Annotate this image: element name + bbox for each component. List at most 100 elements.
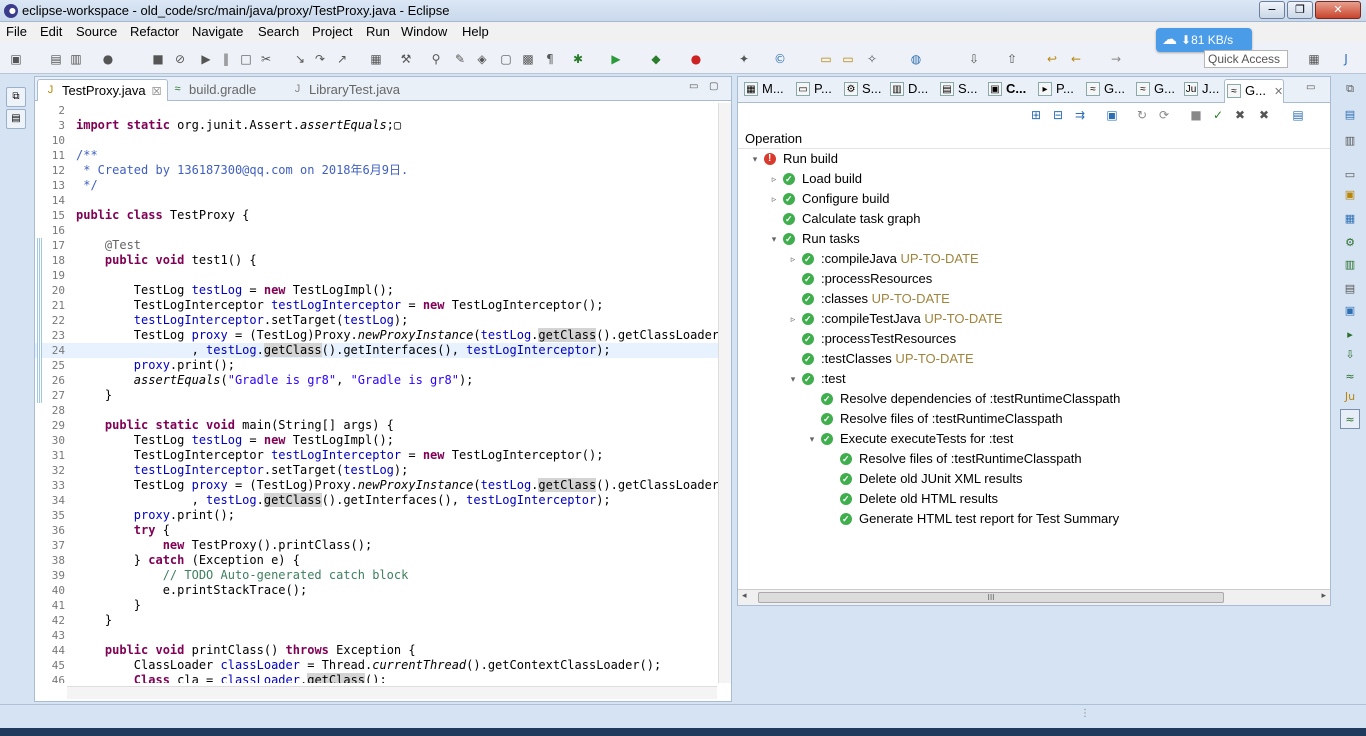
gradle-executions-icon[interactable]: ≈ [1340,409,1360,429]
tab-data-source[interactable]: ▥ D... [888,81,928,101]
menu-source[interactable]: Source [76,24,117,39]
tree-row[interactable]: Resolve files of :testRuntimeClasspath [738,409,1318,429]
scroll-right-icon[interactable]: ▸ [1321,591,1326,601]
minimize-view-icon[interactable]: ▭ [689,81,703,93]
open-type-icon[interactable]: ▦ [368,51,384,67]
skip-breakpoints-icon[interactable]: ⊘ [172,51,188,67]
tree-row[interactable]: Delete old HTML results [738,489,1318,509]
menu-refactor[interactable]: Refactor [130,24,179,39]
open-file-icon[interactable]: ▭ [840,51,856,67]
tab-snippets[interactable]: ▤ S... [938,81,978,101]
step-return-icon[interactable]: ↗ [334,51,350,67]
junit-icon[interactable]: Ju [1340,387,1360,407]
user-icon[interactable]: ● [100,51,116,67]
link-with-editor-icon[interactable]: ⇉ [1072,107,1088,123]
tree-row[interactable]: :processResources [738,269,1318,289]
minimize-view-icon[interactable]: ▭ [1340,165,1360,185]
perspective-icon[interactable]: ▦ [1306,51,1322,67]
tree-row[interactable]: :testClasses UP-TO-DATE [738,349,1318,369]
tree-row[interactable]: Delete old JUnit XML results [738,469,1318,489]
new-class-icon[interactable]: © [772,51,788,67]
tree-row[interactable]: Generate HTML test report for Test Summa… [738,509,1318,529]
next-annotation-icon[interactable]: ⇩ [966,51,982,67]
tree-row[interactable]: Resolve dependencies of :testRuntimeClas… [738,389,1318,409]
menu-search[interactable]: Search [258,24,299,39]
expand-toggle-icon[interactable]: ▹ [788,249,798,269]
tab-console[interactable]: ▣ C... [986,81,1026,101]
java-perspective-icon[interactable]: J [1338,51,1354,67]
tab-build-gradle[interactable]: ≈ build.gradle [165,79,262,101]
tree-row[interactable]: ▹ Configure build [738,189,1318,209]
tree-row[interactable]: Resolve files of :testRuntimeClasspath [738,449,1318,469]
tree-row[interactable]: ▾:test [738,369,1318,389]
task-list-icon[interactable]: ▥ [1340,131,1360,151]
collapse-toggle-icon[interactable]: ▾ [769,229,779,249]
servers-icon[interactable]: ⚙ [1340,233,1360,253]
menu-project[interactable]: Project [312,24,352,39]
globe-icon[interactable]: ◍ [908,51,924,67]
terminate-icon[interactable]: ■ [150,51,166,67]
back-icon[interactable]: ← [1068,51,1084,67]
data-source-icon[interactable]: ▥ [1340,255,1360,275]
step-into-icon[interactable]: ↘ [292,51,308,67]
pencil-icon[interactable]: ✎ [452,51,468,67]
tab-servers[interactable]: ⚙ S... [842,81,882,101]
progress-icon[interactable]: ▸ [1340,325,1360,345]
disconnect-icon[interactable]: ✂ [258,51,274,67]
close-tab-icon[interactable]: ✕ [1274,86,1283,98]
snippets-icon[interactable]: ▤ [1340,279,1360,299]
download-icon[interactable]: ⇩ [1340,345,1360,365]
properties-icon[interactable]: ▦ [1340,209,1360,229]
menu-window[interactable]: Window [401,24,447,39]
tab-properties[interactable]: ▭ P... [794,81,832,101]
rerun-failed-icon[interactable]: ⟳ [1156,107,1172,123]
show-console-icon[interactable]: ▣ [1104,107,1120,123]
tree-row[interactable]: :processTestResources [738,329,1318,349]
scroll-left-icon[interactable]: ◂ [742,591,747,601]
expand-toggle-icon[interactable]: ▹ [769,189,779,209]
tree-row[interactable]: ▾ Execute executeTests for :test [738,429,1318,449]
tree-row[interactable]: ▹ Load build [738,169,1318,189]
menu-run[interactable]: Run [366,24,390,39]
new-java-project-icon[interactable]: ✦ [736,51,752,67]
build-icon[interactable]: ⚒ [398,51,414,67]
scroll-thumb[interactable]: III [758,592,1224,603]
tree-row[interactable]: Calculate task graph [738,209,1318,229]
run-icon[interactable]: ▶ [608,51,624,67]
gradle-tasks-icon[interactable]: ≈ [1340,367,1360,387]
quick-access-input[interactable]: Quick Access [1204,50,1288,68]
collapse-toggle-icon[interactable]: ▾ [788,369,798,389]
rerun-icon[interactable]: ↻ [1134,107,1150,123]
tab-markers[interactable]: ▦ M... [742,81,784,101]
menu-help[interactable]: Help [462,24,489,39]
tree-row[interactable]: ▹:compileTestJava UP-TO-DATE [738,309,1318,329]
open-folder-icon[interactable]: ▭ [818,51,834,67]
package-explorer-icon[interactable]: ▤ [6,109,26,129]
format-icon[interactable]: ▩ [520,51,536,67]
mark-icon[interactable]: ◈ [474,51,490,67]
tree-row[interactable]: ▹:compileJava UP-TO-DATE [738,249,1318,269]
close-tab-icon[interactable]: ☒ [152,86,162,98]
stop-icon[interactable]: □ [238,51,254,67]
view-horizontal-scrollbar[interactable]: ◂ III ▸ [738,589,1330,605]
collapse-all-icon[interactable]: ⊟ [1050,107,1066,123]
remove-execution-icon[interactable]: ✖ [1232,107,1248,123]
prev-annotation-icon[interactable]: ⇧ [1004,51,1020,67]
tab-gradle-tasks[interactable]: ≈ G... [1084,81,1125,101]
close-button[interactable]: ✕ [1315,1,1361,19]
tab-librarytest-java[interactable]: J LibraryTest.java [285,79,406,101]
search-icon[interactable]: ✧ [864,51,880,67]
forward-icon[interactable]: → [1108,51,1124,67]
markers-icon[interactable]: ▣ [1340,185,1360,205]
new-icon[interactable]: ▣ [8,51,24,67]
view-menu-icon[interactable]: ▤ [1290,107,1306,123]
menu-edit[interactable]: Edit [40,24,62,39]
save-all-icon[interactable]: ▥ [68,51,84,67]
minimize-view-icon[interactable]: ▭ [1306,82,1315,93]
tree-row[interactable]: ▾ Run build [738,149,1318,169]
tab-gradle-projects[interactable]: ≈ G... [1134,81,1175,101]
search-execution-icon[interactable]: ✓ [1210,107,1226,123]
minimize-button[interactable]: − [1259,1,1285,19]
editor-vertical-scrollbar[interactable] [718,103,731,683]
expand-all-icon[interactable]: ⊞ [1028,107,1044,123]
